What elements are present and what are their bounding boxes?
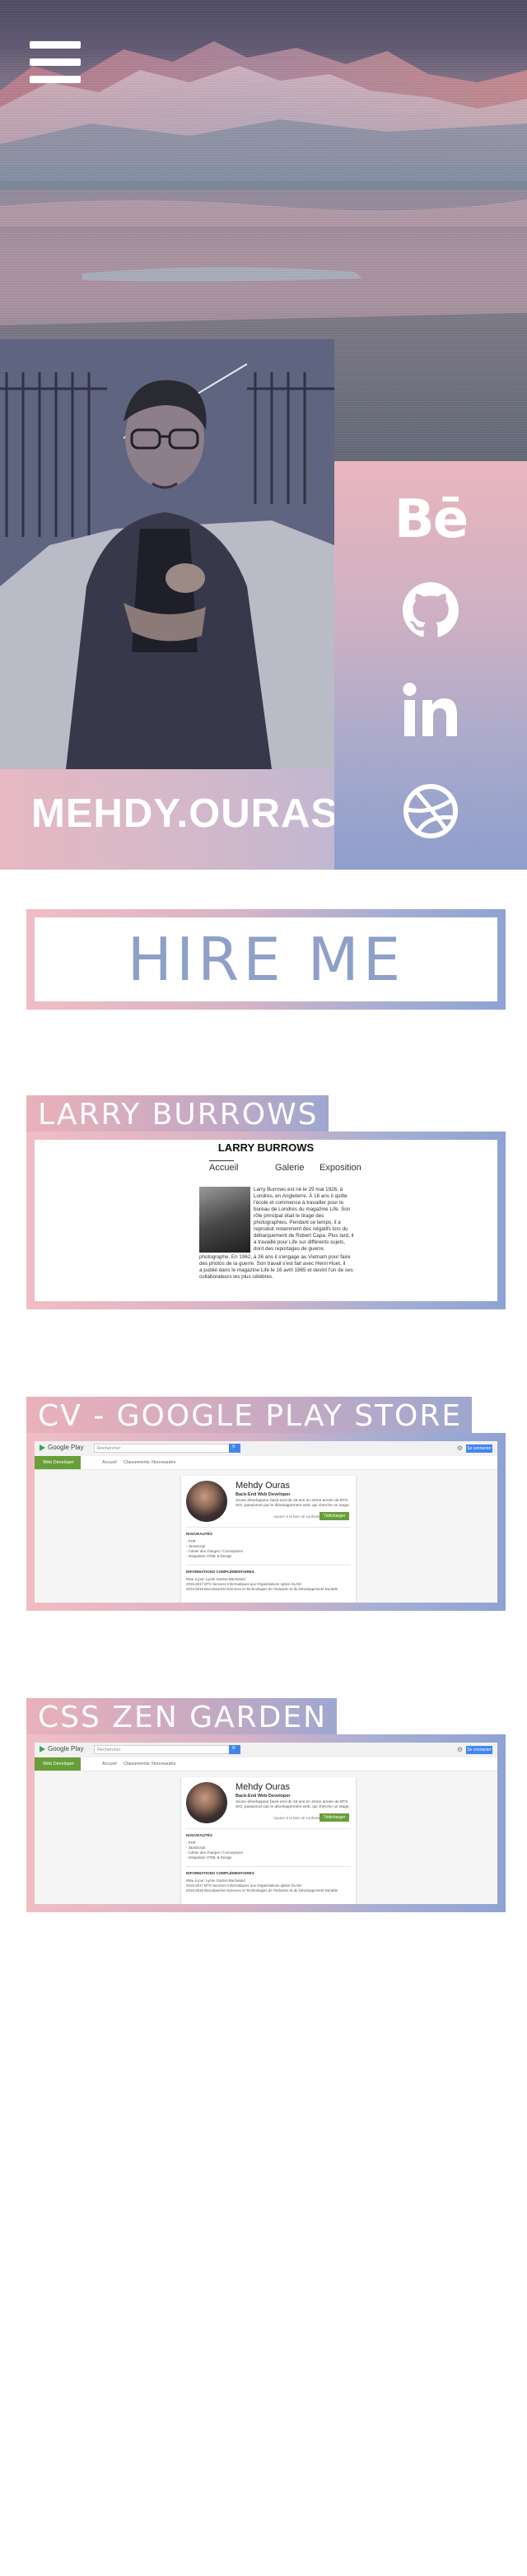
- github-link[interactable]: [394, 573, 468, 647]
- list-item: - Intégration HTML & Design: [186, 1855, 232, 1860]
- tab-new[interactable]: Nouveautés: [152, 1456, 175, 1469]
- wishlist-link[interactable]: Ajouter à la liste de souhaits: [273, 1816, 319, 1820]
- list-item: 2013-2016 Baccalauréat Sciences et Techn…: [186, 1587, 338, 1591]
- app-description: Jeune développeur back-end de 19 ans en …: [236, 1800, 350, 1809]
- divider: [186, 1527, 351, 1528]
- play-triangle-icon: [40, 1444, 45, 1451]
- store-topbar: Google Play Rechercher 🔍 ⚙ Se connecter: [35, 1743, 497, 1758]
- app-name: Mehdy Ouras: [236, 1782, 291, 1792]
- section-news-heading: NOUVEAUTÉS: [186, 1532, 212, 1536]
- store-search-button[interactable]: 🔍: [229, 1444, 240, 1453]
- app-card: Mehdy Ouras Back-End Web Developer Jeune…: [181, 1777, 356, 1904]
- play-triangle-icon: [40, 1745, 45, 1752]
- linkedin-icon: [403, 683, 457, 736]
- tab-rankings[interactable]: Classements: [124, 1456, 150, 1469]
- divider: [186, 1565, 351, 1566]
- app-subtitle: Back-End Web Developer: [236, 1794, 291, 1799]
- preview-heading: LARRY BURROWS: [217, 1141, 315, 1154]
- hire-me-button[interactable]: HIRE ME: [26, 909, 506, 1010]
- preview-nav-home[interactable]: Accueil: [209, 1163, 238, 1173]
- signin-button[interactable]: Se connecter: [466, 1444, 492, 1453]
- store-topbar: Google Play Rechercher 🔍 ⚙ Se connecter: [35, 1441, 497, 1457]
- preview-nav-gallery[interactable]: Galerie: [275, 1163, 304, 1173]
- portrait-illustration: [0, 339, 334, 769]
- avatar: [186, 1481, 227, 1522]
- behance-link[interactable]: Bē: [394, 483, 469, 557]
- list-item: 2013-2016 Baccalauréat Sciences et Techn…: [186, 1888, 338, 1892]
- tab-home[interactable]: Accueil: [102, 1456, 117, 1469]
- store-search-input[interactable]: Rechercher: [94, 1745, 234, 1754]
- preview-text-full: photographe. En 1962, à 36 ans il s'enga…: [199, 1254, 353, 1280]
- google-play-logo: Google Play: [40, 1444, 84, 1451]
- github-icon: [403, 582, 459, 637]
- tab-new[interactable]: Nouveautés: [152, 1757, 175, 1771]
- behance-icon: Bē: [394, 489, 469, 550]
- section-info-heading: INFORMATIONS COMPLÉMENTAIRES: [186, 1570, 254, 1574]
- gear-icon[interactable]: ⚙: [457, 1746, 463, 1754]
- store-search-input[interactable]: Rechercher: [94, 1444, 234, 1453]
- profile-photo: [0, 339, 334, 769]
- project-preview-css-zen-garden[interactable]: Google Play Rechercher 🔍 ⚙ Se connecter …: [26, 1734, 506, 1912]
- divider: [186, 1828, 351, 1829]
- project-title-css-zen-garden: CSS ZEN GARDEN: [26, 1698, 337, 1738]
- project-title-larry-burrows: LARRY BURROWS: [26, 1095, 329, 1135]
- preview-text-wrapped: Larry Burrows est né le 29 mai 1926, à L…: [254, 1187, 354, 1252]
- app-card: Mehdy Ouras Back-End Web Developer Jeune…: [181, 1476, 356, 1603]
- preview-nav-exhibition[interactable]: Exposition: [319, 1163, 361, 1173]
- download-button[interactable]: Télécharger: [319, 1512, 349, 1520]
- nav-active-underline: [209, 1160, 234, 1161]
- dribbble-icon: [403, 784, 458, 838]
- linkedin-link[interactable]: in: [394, 674, 468, 748]
- hamburger-menu-icon[interactable]: [25, 35, 86, 89]
- download-button[interactable]: Télécharger: [319, 1813, 349, 1822]
- app-subtitle: Back-End Web Developer: [236, 1492, 291, 1497]
- signin-button[interactable]: Se connecter: [466, 1746, 492, 1754]
- category-button[interactable]: Web Developer: [35, 1456, 81, 1469]
- avatar: [186, 1782, 227, 1823]
- project-preview-cv-google-play[interactable]: Google Play Rechercher 🔍 ⚙ Se connecter …: [26, 1433, 506, 1611]
- store-search-button[interactable]: 🔍: [229, 1745, 240, 1754]
- category-button[interactable]: Web Developer: [35, 1757, 81, 1771]
- store-subbar: Web Developer Accueil Classements Nouvea…: [35, 1757, 497, 1771]
- project-preview-larry-burrows[interactable]: LARRY BURROWS Accueil Galerie Exposition…: [26, 1132, 506, 1309]
- preview-photo: [199, 1187, 250, 1253]
- wishlist-link[interactable]: Ajouter à la liste de souhaits: [273, 1514, 319, 1519]
- tab-rankings[interactable]: Classements: [124, 1757, 150, 1771]
- list-item: - Intégration HTML & Design: [186, 1554, 232, 1558]
- app-name: Mehdy Ouras: [236, 1481, 291, 1491]
- dribbble-link[interactable]: [394, 774, 468, 848]
- section-info-heading: INFORMATIONS COMPLÉMENTAIRES: [186, 1871, 254, 1875]
- store-subbar: Web Developer Accueil Classements Nouvea…: [35, 1456, 497, 1470]
- section-news-heading: NOUVEAUTÉS: [186, 1833, 212, 1837]
- divider: [186, 1866, 351, 1867]
- gear-icon[interactable]: ⚙: [457, 1444, 463, 1453]
- google-play-logo: Google Play: [40, 1745, 84, 1752]
- hire-me-label: HIRE ME: [127, 925, 405, 994]
- app-description: Jeune développeur back-end de 19 ans en …: [236, 1499, 350, 1508]
- profile-name: MEHDY.OURAS: [31, 791, 339, 836]
- project-title-cv-google-play: CV - GOOGLE PLAY STORE: [26, 1397, 473, 1436]
- tab-home[interactable]: Accueil: [102, 1757, 117, 1771]
